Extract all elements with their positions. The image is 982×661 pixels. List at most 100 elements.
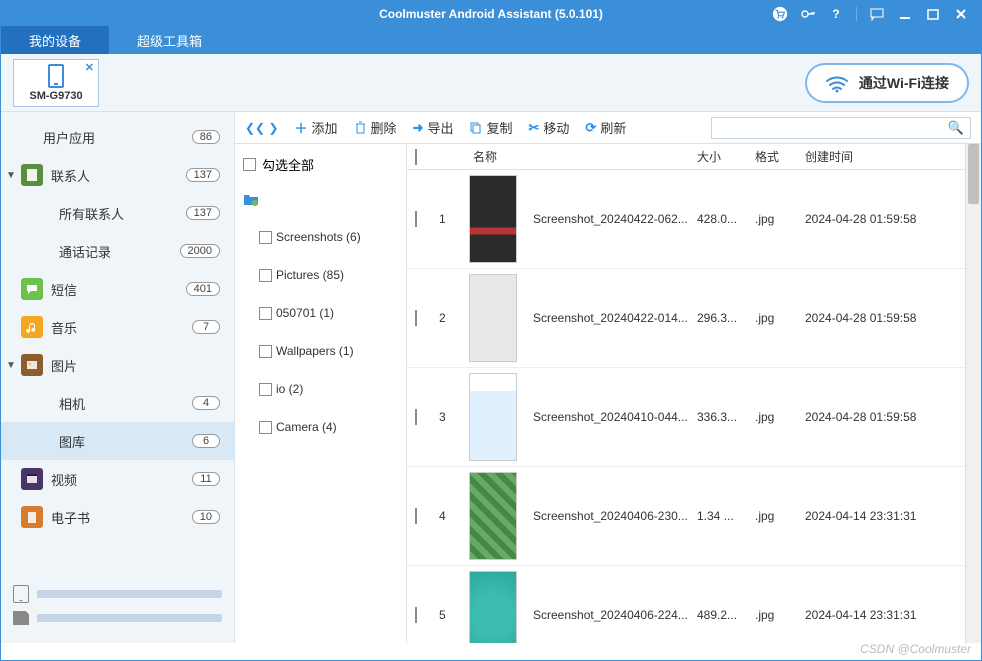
folder-tree: 勾选全部 Screenshots (6) Pictures (85) 05070… — [235, 144, 407, 643]
scissors-icon: ✂ — [528, 120, 539, 136]
row-index: 4 — [439, 509, 469, 523]
folder-item[interactable]: Pictures (85) — [235, 256, 406, 294]
wifi-connect-button[interactable]: 通过Wi-Fi连接 — [805, 63, 969, 103]
file-name: Screenshot_20240422-062... — [529, 212, 697, 226]
folder-item[interactable]: 050701 (1) — [235, 294, 406, 332]
checkbox[interactable] — [259, 269, 272, 282]
checkbox[interactable] — [259, 307, 272, 320]
copy-button[interactable]: 复制 — [469, 118, 512, 137]
checkbox[interactable] — [415, 211, 417, 227]
close-icon[interactable] — [953, 6, 969, 22]
search-icon: 🔍 — [948, 120, 964, 136]
col-format[interactable]: 格式 — [755, 148, 805, 165]
col-time[interactable]: 创建时间 — [805, 148, 955, 165]
device-name: SM-G9730 — [29, 90, 82, 102]
thumbnail[interactable] — [469, 175, 517, 263]
photos-icon — [21, 354, 43, 376]
toolbar: ❮❮ ❯ ＋添加 删除 ➜导出 复制 ✂移动 ⟳刷新 🔍 — [235, 112, 981, 144]
thumbnail[interactable] — [469, 373, 517, 461]
tab-my-device[interactable]: 我的设备 — [1, 26, 109, 54]
music-icon — [21, 316, 43, 338]
sidebar-item-all-contacts[interactable]: 所有联系人 137 — [1, 194, 234, 232]
sidebar-item-video[interactable]: ▼ 视频 11 — [1, 460, 234, 498]
file-name: Screenshot_20240406-224... — [529, 608, 697, 622]
sidebar-item-gallery[interactable]: 图库 6 — [1, 422, 234, 460]
table-row[interactable]: 3Screenshot_20240410-044...336.3....jpg2… — [407, 368, 965, 467]
table-row[interactable]: 2Screenshot_20240422-014...296.3....jpg2… — [407, 269, 965, 368]
tab-super-toolbox[interactable]: 超级工具箱 — [109, 26, 230, 54]
wifi-icon — [825, 73, 849, 93]
file-name: Screenshot_20240410-044... — [529, 410, 697, 424]
export-button[interactable]: ➜导出 — [413, 118, 454, 137]
maximize-icon[interactable] — [925, 6, 941, 22]
checkbox[interactable] — [259, 383, 272, 396]
key-icon[interactable] — [800, 6, 816, 22]
folder-item[interactable]: io (2) — [235, 370, 406, 408]
select-all-checkbox[interactable] — [415, 149, 417, 165]
folder-root[interactable] — [235, 180, 406, 218]
folder-item[interactable]: Screenshots (6) — [235, 218, 406, 256]
trash-icon — [354, 121, 367, 134]
add-button[interactable]: ＋添加 — [295, 118, 338, 137]
file-time: 2024-04-28 01:59:58 — [805, 311, 955, 325]
row-index: 3 — [439, 410, 469, 424]
table-row[interactable]: 1Screenshot_20240422-062...428.0....jpg2… — [407, 170, 965, 269]
checkbox[interactable] — [259, 421, 272, 434]
sidebar-item-music[interactable]: ▼ 音乐 7 — [1, 308, 234, 346]
watermark: CSDN @Coolmuster — [860, 642, 971, 656]
scrollbar[interactable] — [965, 144, 981, 643]
sidebar-item-apps[interactable]: 用户应用 86 — [1, 118, 234, 156]
sidebar-item-contacts[interactable]: ▼ 联系人 137 — [1, 156, 234, 194]
checkbox[interactable] — [415, 409, 417, 425]
delete-button[interactable]: 删除 — [354, 118, 397, 137]
cart-icon[interactable] — [772, 6, 788, 22]
checkbox[interactable] — [415, 607, 417, 623]
folder-item[interactable]: Camera (4) — [235, 408, 406, 446]
caret-down-icon: ▼ — [1, 360, 21, 371]
copy-icon — [469, 121, 482, 134]
device-close-icon[interactable]: ✕ — [85, 61, 94, 74]
checkbox[interactable] — [415, 310, 417, 326]
checkbox[interactable] — [259, 231, 272, 244]
thumbnail[interactable] — [469, 571, 517, 643]
table-row[interactable]: 5Screenshot_20240406-224...489.2....jpg2… — [407, 566, 965, 643]
device-tab[interactable]: ✕ SM-G9730 — [13, 59, 99, 107]
col-size[interactable]: 大小 — [697, 148, 755, 165]
plus-icon: ＋ — [295, 118, 308, 137]
file-time: 2024-04-14 23:31:31 — [805, 509, 955, 523]
help-icon[interactable]: ? — [828, 6, 844, 22]
file-list: 名称 大小 格式 创建时间 1Screenshot_20240422-062..… — [407, 144, 965, 643]
thumbnail[interactable] — [469, 472, 517, 560]
storage-panel — [13, 585, 222, 633]
sd-storage[interactable] — [13, 611, 222, 625]
move-button[interactable]: ✂移动 — [528, 118, 569, 137]
search-input[interactable]: 🔍 — [711, 117, 971, 139]
feedback-icon[interactable] — [869, 6, 885, 22]
sidebar-item-sms[interactable]: ▼ 短信 401 — [1, 270, 234, 308]
checkbox[interactable] — [415, 508, 417, 524]
phone-storage-icon — [13, 585, 29, 603]
folder-item[interactable]: Wallpapers (1) — [235, 332, 406, 370]
refresh-button[interactable]: ⟳刷新 — [585, 118, 626, 137]
caret-down-icon: ▼ — [1, 170, 21, 181]
sidebar-item-camera[interactable]: 相机 4 — [1, 384, 234, 422]
sidebar: 用户应用 86 ▼ 联系人 137 所有联系人 137 通话记录 2000 ▼ … — [1, 112, 235, 643]
col-name[interactable]: 名称 — [469, 148, 697, 165]
thumbnail[interactable] — [469, 274, 517, 362]
file-name: Screenshot_20240422-014... — [529, 311, 697, 325]
table-row[interactable]: 4Screenshot_20240406-230...1.34 ....jpg2… — [407, 467, 965, 566]
sidebar-item-call-log[interactable]: 通话记录 2000 — [1, 232, 234, 270]
nav-back-forward[interactable]: ❮❮ ❯ — [245, 121, 279, 135]
file-format: .jpg — [755, 212, 805, 226]
checkbox[interactable] — [259, 345, 272, 358]
internal-storage[interactable] — [13, 585, 222, 603]
file-size: 489.2... — [697, 608, 755, 622]
checkbox[interactable] — [243, 158, 256, 171]
sidebar-item-ebook[interactable]: ▼ 电子书 10 — [1, 498, 234, 536]
minimize-icon[interactable] — [897, 6, 913, 22]
sidebar-item-photos[interactable]: ▼ 图片 — [1, 346, 234, 384]
select-all-row[interactable]: 勾选全部 — [235, 148, 406, 180]
device-bar: ✕ SM-G9730 通过Wi-Fi连接 — [1, 54, 981, 112]
titlebar: Coolmuster Android Assistant (5.0.101) ? — [1, 1, 981, 26]
arrow-right-icon: ➜ — [413, 120, 424, 136]
